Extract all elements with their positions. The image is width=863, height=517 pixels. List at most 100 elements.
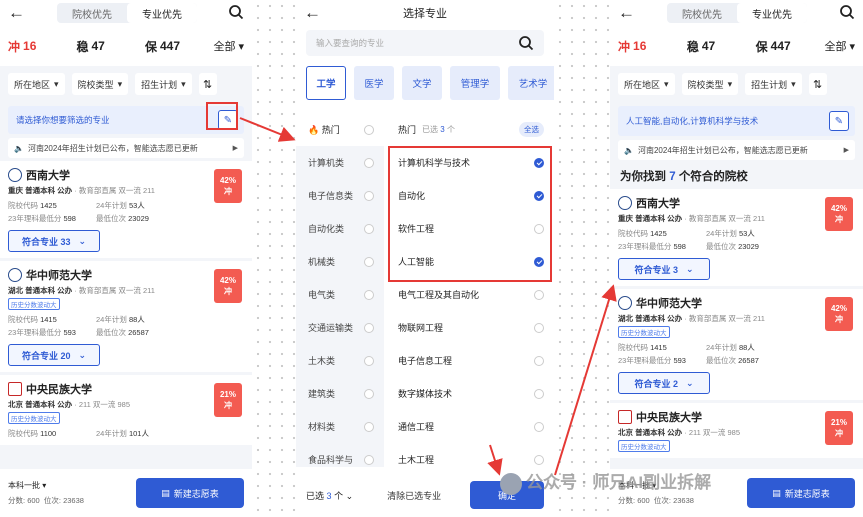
tab-major-priority[interactable]: 专业优先 (737, 3, 807, 23)
user-score: 600 (27, 496, 40, 505)
category-item[interactable]: 电气类 (296, 278, 384, 311)
tab-bao[interactable]: 保 447 (756, 38, 825, 55)
new-form-label: 新建志愿表 (784, 488, 830, 499)
selected-majors-bar[interactable]: 人工智能,自动化,计算机科学与技术 ✎ (618, 106, 855, 136)
category-radio[interactable] (364, 454, 374, 465)
volatility-tag: 历史分数波动大 (8, 412, 60, 424)
category-item[interactable]: 机械类 (296, 245, 384, 278)
category-item[interactable]: 电子信息类 (296, 179, 384, 212)
footer-selected-number: 3 (326, 490, 332, 501)
category-item[interactable]: 材料类 (296, 410, 384, 443)
all-dropdown[interactable]: 全部 ▾ (824, 38, 855, 54)
risk-tabs: 冲 16 稳 47 保 447 全部 ▾ (0, 26, 252, 66)
category-radio[interactable] (364, 355, 374, 366)
school-meta: 重庆 普通本科 公办 (8, 186, 73, 195)
matching-majors-button[interactable]: 符合专业 33 ⌄ (8, 230, 100, 252)
tab-chong[interactable]: 冲 16 (618, 38, 687, 55)
sort-icon[interactable]: ⇅ (808, 73, 827, 95)
clear-selection-button[interactable]: 清除已选专业 (387, 489, 441, 502)
category-radio[interactable] (364, 322, 374, 333)
picker-top-bar: ← 选择专业 (296, 0, 554, 26)
category-radio[interactable] (364, 190, 374, 201)
school-card[interactable]: 华中师范大学 湖北 普通本科 公办 · 教育部直属 双一流 211 历史分数波动… (0, 261, 252, 372)
category-radio[interactable] (364, 157, 374, 168)
major-item[interactable]: 电子信息工程 (398, 344, 544, 377)
category-radio[interactable] (364, 388, 374, 399)
category-item[interactable]: 土木类 (296, 344, 384, 377)
notice-bar[interactable]: 🔈 河南2024年招生计划已公布，智能选志愿已更新 ▶ (8, 138, 244, 158)
major-item[interactable]: 通信工程 (398, 410, 544, 443)
unchecked-icon[interactable] (534, 322, 544, 333)
school-card[interactable]: 西南大学 重庆 普通本科 公办 · 教育部直属 双一流 211 院校代码 142… (0, 161, 252, 258)
unchecked-icon[interactable] (534, 421, 544, 432)
matching-majors-button[interactable]: 符合专业 20 ⌄ (8, 344, 100, 366)
major-item[interactable]: 数字媒体技术 (398, 377, 544, 410)
category-item[interactable]: 🔥 热门 (296, 113, 384, 146)
tab-wen[interactable]: 稳 47 (687, 38, 756, 55)
discipline-tab-medicine[interactable]: 医学 (354, 66, 394, 100)
tab-bao[interactable]: 保 447 (145, 38, 213, 55)
score-label: 23年理科最低分 (8, 214, 62, 223)
unchecked-icon[interactable] (534, 388, 544, 399)
search-icon[interactable] (518, 35, 534, 51)
plan-filter[interactable]: 招生计划 ▾ (745, 73, 802, 95)
batch-dropdown[interactable]: 本科一批 ▾ (8, 480, 84, 491)
type-filter[interactable]: 院校类型 ▾ (71, 73, 129, 95)
region-filter[interactable]: 所在地区 ▾ (618, 73, 675, 95)
unchecked-icon[interactable] (534, 289, 544, 300)
sort-icon[interactable]: ⇅ (198, 73, 217, 95)
school-card[interactable]: 中央民族大学 北京 普通本科 公办 · 211 双一流 985 历史分数波动大 … (610, 403, 863, 458)
back-arrow-icon[interactable]: ← (618, 3, 636, 23)
category-item[interactable]: 食品科学与 (296, 443, 384, 476)
new-form-button[interactable]: ▤ 新建志愿表 (136, 478, 244, 508)
notice-bar[interactable]: 🔈 河南2024年招生计划已公布，智能选志愿已更新 ▶ (618, 140, 855, 160)
type-filter[interactable]: 院校类型 ▾ (681, 73, 739, 95)
tab-chong[interactable]: 冲 16 (8, 38, 76, 55)
tab-wen[interactable]: 稳 47 (76, 38, 144, 55)
category-radio[interactable] (364, 223, 374, 234)
unchecked-icon[interactable] (534, 355, 544, 366)
major-search-input[interactable]: 输入要查询的专业 (306, 30, 544, 56)
all-dropdown[interactable]: 全部 ▾ (213, 38, 244, 54)
category-radio[interactable] (364, 124, 374, 135)
tab-school-priority[interactable]: 院校优先 (57, 3, 127, 23)
school-meta: 北京 普通本科 公办 (618, 428, 683, 437)
category-item[interactable]: 建筑类 (296, 377, 384, 410)
category-item[interactable]: 计算机类 (296, 146, 384, 179)
probability-value: 42% (830, 203, 847, 213)
plan-filter[interactable]: 招生计划 ▾ (135, 73, 192, 95)
unchecked-icon[interactable] (534, 454, 544, 465)
filter-bar: 所在地区 ▾ 院校类型 ▾ 招生计划 ▾ ⇅ (610, 66, 863, 102)
matching-majors-button[interactable]: 符合专业 2 ⌄ (618, 372, 710, 394)
school-logo-icon (8, 268, 22, 282)
category-radio[interactable] (364, 289, 374, 300)
back-arrow-icon[interactable]: ← (8, 3, 26, 23)
tab-bao-count: 447 (770, 39, 791, 53)
category-radio[interactable] (364, 256, 374, 267)
school-card[interactable]: 中央民族大学 北京 普通本科 公办 · 211 双一流 985 历史分数波动大 … (0, 375, 252, 445)
category-radio[interactable] (364, 421, 374, 432)
category-item[interactable]: 自动化类 (296, 212, 384, 245)
discipline-tab-art[interactable]: 艺术学 (508, 66, 554, 100)
school-card[interactable]: 西南大学 重庆 普通本科 公办 · 教育部直属 双一流 211 院校代码 142… (610, 189, 863, 286)
type-filter-label: 院校类型 (687, 79, 724, 90)
edit-icon[interactable]: ✎ (829, 111, 849, 131)
school-min-score: 593 (673, 356, 686, 365)
tab-school-priority[interactable]: 院校优先 (667, 3, 737, 23)
category-item[interactable]: 交通运输类 (296, 311, 384, 344)
major-item[interactable]: 电气工程及其自动化 (398, 278, 544, 311)
new-form-button[interactable]: ▤ 新建志愿表 (747, 478, 855, 508)
region-filter[interactable]: 所在地区 ▾ (8, 73, 65, 95)
discipline-tab-engineering[interactable]: 工学 (306, 66, 346, 100)
rank-label: 最低位次 (96, 328, 126, 337)
major-item[interactable]: 物联网工程 (398, 311, 544, 344)
discipline-tab-management[interactable]: 管理学 (450, 66, 500, 100)
matching-majors-button[interactable]: 符合专业 3 ⌄ (618, 258, 710, 280)
select-all-button[interactable]: 全选 (519, 122, 544, 137)
school-card[interactable]: 华中师范大学 湖北 普通本科 公办 · 教育部直属 双一流 211 历史分数波动… (610, 289, 863, 400)
search-icon[interactable] (228, 4, 244, 20)
discipline-tab-literature[interactable]: 文学 (402, 66, 442, 100)
search-icon[interactable] (839, 4, 855, 20)
major-filter-hint-text: 请选择你想要筛选的专业 (16, 115, 110, 125)
tab-major-priority[interactable]: 专业优先 (127, 3, 197, 23)
